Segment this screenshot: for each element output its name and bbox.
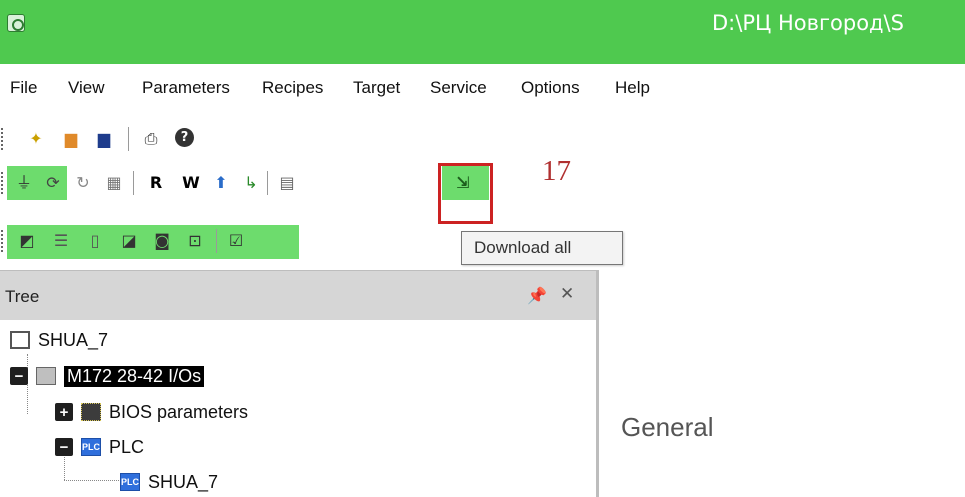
- menu-parameters[interactable]: Parameters: [142, 78, 230, 98]
- properties-pane: General: [599, 270, 965, 497]
- tree-node-label: SHUA_7: [148, 471, 219, 492]
- download-icon[interactable]: ↳: [240, 172, 262, 194]
- monitor-icon[interactable]: ◙: [151, 230, 173, 252]
- tree-node-project[interactable]: SHUA_7: [10, 326, 108, 354]
- grid-icon[interactable]: ▤: [276, 172, 298, 194]
- tree-guide: [64, 480, 119, 481]
- toolbar-grip[interactable]: [1, 230, 4, 252]
- tree-node-plc[interactable]: − PLC PLC: [55, 433, 144, 461]
- tree-node-label: M172 28-42 I/Os: [64, 365, 205, 387]
- tree-node-plc-app[interactable]: PLC SHUA_7: [120, 468, 218, 496]
- upload-icon[interactable]: ⬆: [210, 172, 232, 194]
- collapse-icon[interactable]: −: [55, 438, 73, 456]
- tree-panel: SHUA_7 − M172 28-42 I/Os + BIOS paramete…: [0, 320, 596, 497]
- tree-node-label: PLC: [109, 436, 145, 457]
- sync-icon[interactable]: ⟳: [42, 172, 64, 194]
- app-icon[interactable]: [7, 14, 25, 32]
- menu-bar: File View Parameters Recipes Target Serv…: [0, 64, 965, 114]
- close-icon[interactable]: ✕: [560, 284, 574, 304]
- open-icon[interactable]: ▆: [60, 128, 82, 150]
- menu-help[interactable]: Help: [615, 78, 650, 98]
- annotation-number: 17: [542, 155, 571, 187]
- tree-panel-header: Tree 📌 ✕: [0, 270, 596, 320]
- view1-icon[interactable]: ◩: [16, 230, 38, 252]
- device-icon[interactable]: ⊡: [184, 230, 206, 252]
- tree-view-icon[interactable]: ☰: [50, 230, 72, 252]
- collapse-icon[interactable]: −: [10, 367, 28, 385]
- tree-node-label: BIOS parameters: [109, 401, 249, 422]
- toolbar-separator: [133, 171, 134, 195]
- annotation-highlight-box: [438, 163, 493, 224]
- toolbar-separator: [267, 171, 268, 195]
- pin-icon[interactable]: 📌: [527, 286, 547, 305]
- tooltip-download-all: Download all: [461, 231, 623, 265]
- write-button[interactable]: W: [180, 172, 202, 194]
- project-icon: [10, 331, 30, 349]
- title-bar: D:\РЦ Новгород\S: [0, 0, 965, 64]
- menu-options[interactable]: Options: [521, 78, 580, 98]
- tree-node-label: SHUA_7: [38, 329, 109, 350]
- section-heading: General: [621, 412, 714, 442]
- menu-view[interactable]: View: [68, 78, 105, 98]
- print-icon[interactable]: ⎙: [140, 128, 162, 150]
- chip-icon: [81, 403, 101, 421]
- toolbar-grip[interactable]: [1, 128, 4, 150]
- plc-icon: PLC: [120, 473, 140, 491]
- panel-icon[interactable]: ▯: [84, 230, 106, 252]
- window-icon[interactable]: ☑: [225, 230, 247, 252]
- device-icon: [36, 367, 56, 385]
- new-project-icon[interactable]: ✦: [25, 128, 47, 150]
- menu-recipes[interactable]: Recipes: [262, 78, 323, 98]
- tree-panel-title: Tree: [5, 287, 40, 306]
- connect-icon[interactable]: ⏚: [13, 172, 35, 194]
- menu-target[interactable]: Target: [353, 78, 400, 98]
- menu-file[interactable]: File: [10, 78, 37, 98]
- read-button[interactable]: R: [145, 172, 167, 194]
- toolbar-separator: [128, 127, 129, 151]
- tree-node-device[interactable]: − M172 28-42 I/Os: [10, 362, 205, 390]
- save-icon[interactable]: ▆: [93, 128, 115, 150]
- window-title: D:\РЦ Новгород\S: [712, 11, 904, 35]
- table-icon[interactable]: ▦: [103, 172, 125, 194]
- tree-node-bios[interactable]: + BIOS parameters: [55, 398, 248, 426]
- toolbar-grip[interactable]: [1, 172, 4, 194]
- menu-service[interactable]: Service: [430, 78, 487, 98]
- help-icon[interactable]: ?: [175, 128, 194, 147]
- plc-icon: PLC: [81, 438, 101, 456]
- chart-icon[interactable]: ◪: [118, 230, 140, 252]
- toolbar-separator: [216, 229, 217, 253]
- refresh-icon[interactable]: ↻: [72, 172, 94, 194]
- expand-icon[interactable]: +: [55, 403, 73, 421]
